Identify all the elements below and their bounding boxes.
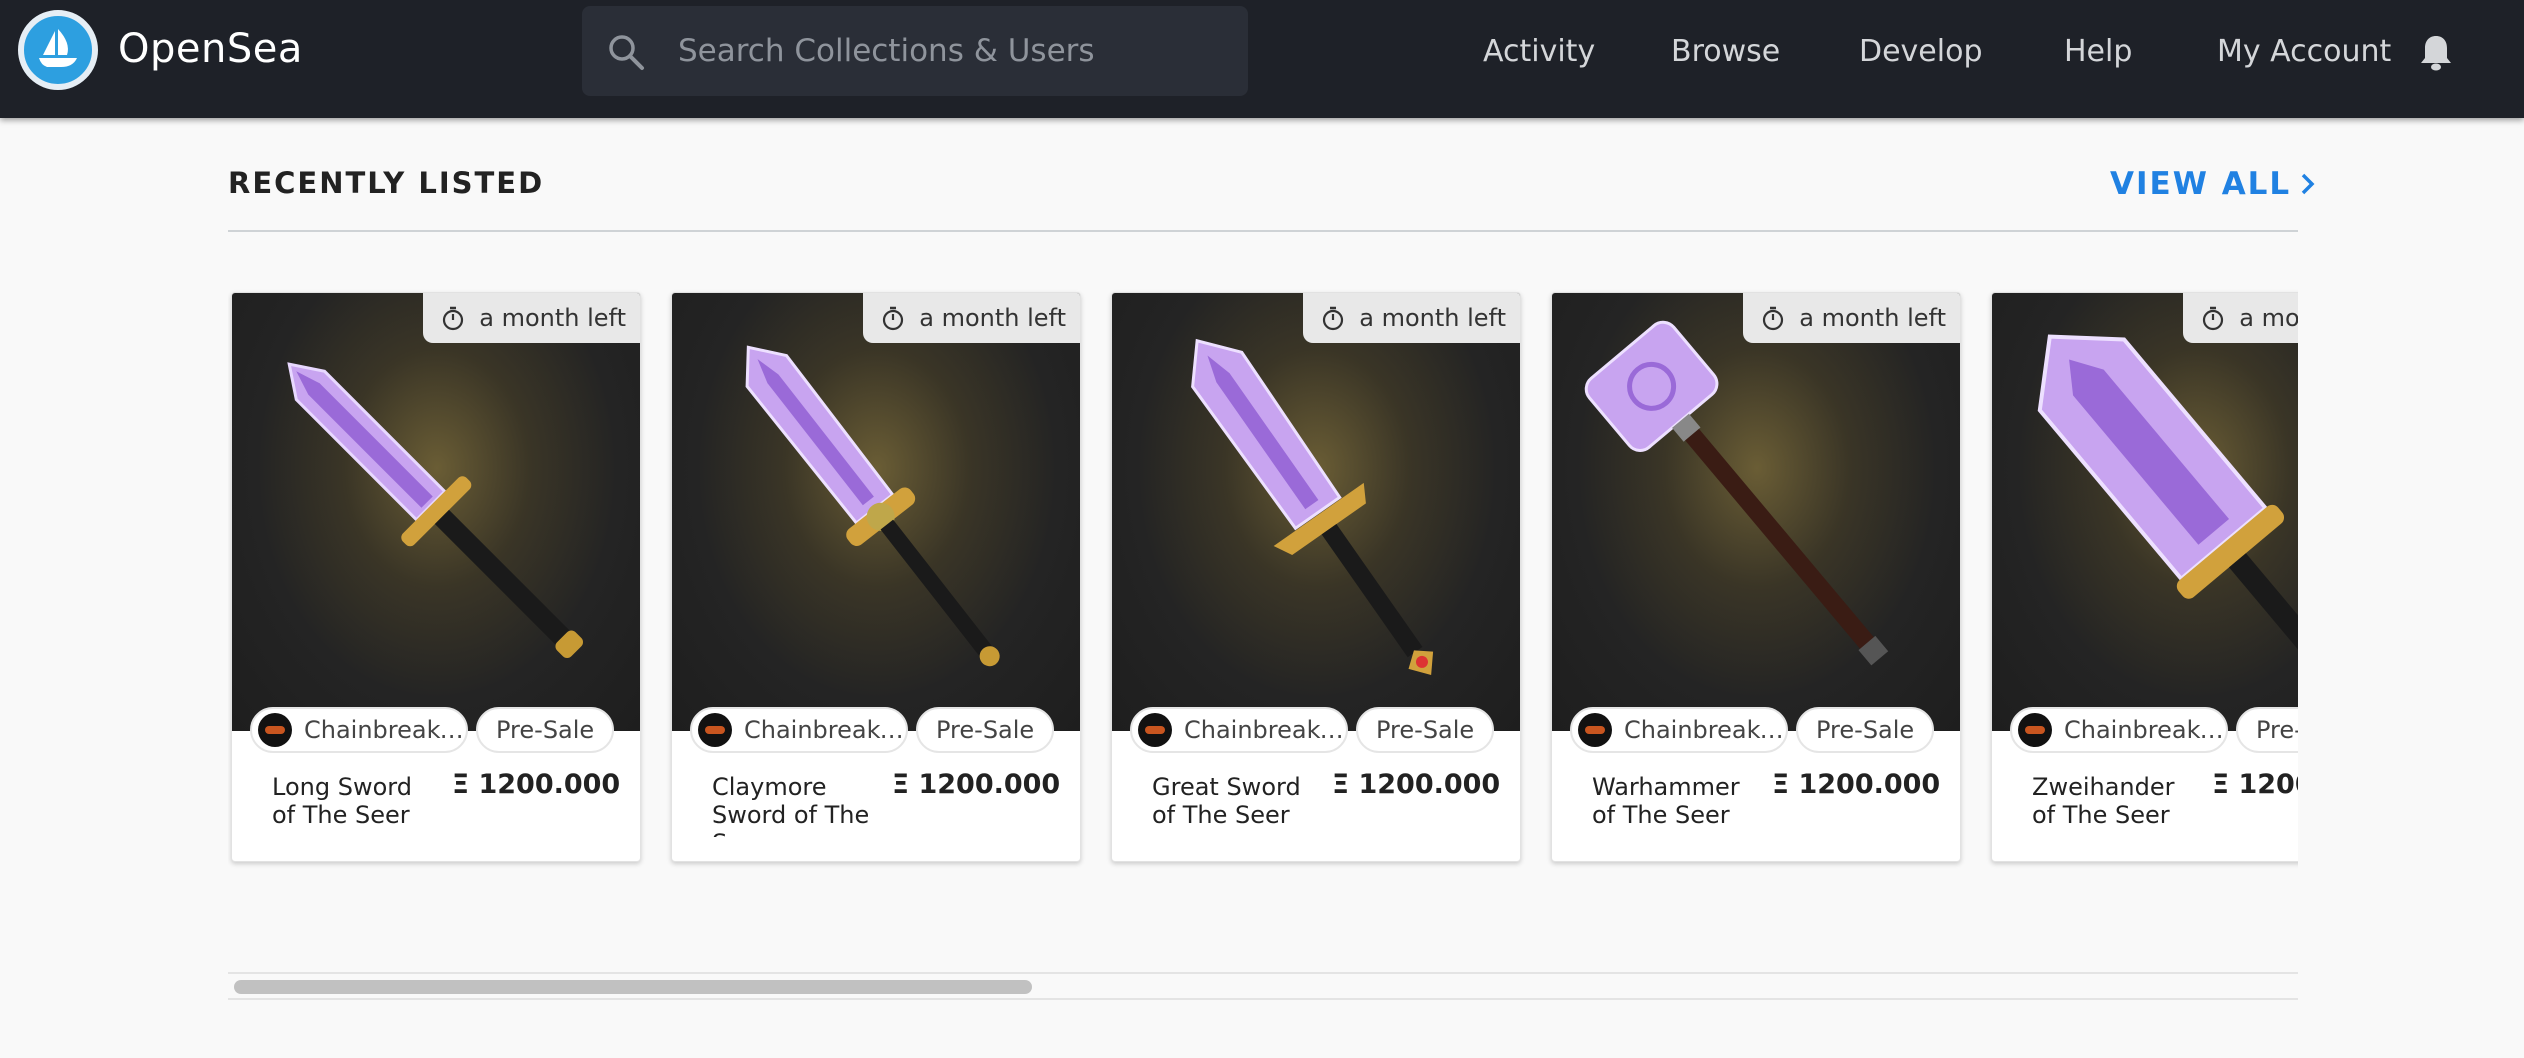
collection-pill[interactable]: Chainbreakers [1570, 707, 1788, 753]
status-badge: Pre-Sale [1796, 707, 1935, 753]
collection-pill[interactable]: Chainbreakers [250, 707, 468, 753]
status-badge: Pre-Sale [2236, 707, 2298, 753]
collection-name: Chainbreakers [744, 716, 904, 744]
collection-name: Chainbreakers [304, 716, 464, 744]
asset-price: Ξ 1200.000 [2212, 769, 2298, 800]
time-left-text: a month left [2239, 304, 2298, 332]
bell-icon[interactable] [2416, 32, 2456, 72]
scrollbar-thumb[interactable] [234, 980, 1032, 994]
asset-price: Ξ 1200.000 [452, 769, 621, 800]
collection-name: Chainbreakers [1184, 716, 1344, 744]
time-left-badge: a month left [863, 293, 1080, 343]
stopwatch-icon [883, 306, 904, 331]
stopwatch-icon [2203, 306, 2224, 331]
brand-name[interactable]: OpenSea [118, 26, 303, 72]
time-left-text: a month left [1799, 304, 1946, 332]
asset-card[interactable]: a month left Chainbreakers Pre-Sale Clay… [671, 292, 1081, 862]
time-left-badge: a month left [1743, 293, 1960, 343]
view-all-link[interactable]: VIEW ALL [2110, 166, 2317, 202]
asset-card[interactable]: a month left Chainbreakers Pre-Sale Long… [231, 292, 641, 862]
status-badge: Pre-Sale [916, 707, 1055, 753]
asset-image [672, 293, 1080, 731]
asset-name: Long Sword of The Seer [272, 773, 412, 829]
section-title: RECENTLY LISTED [228, 166, 545, 200]
collection-pill[interactable]: Chainbreakers [1130, 707, 1348, 753]
asset-image [1992, 293, 2298, 731]
collection-name: Chainbreakers [1624, 716, 1784, 744]
nav-browse[interactable]: Browse [1671, 34, 1780, 69]
stopwatch-icon [443, 306, 464, 331]
stopwatch-icon [1323, 306, 1344, 331]
asset-name: Claymore Sword of The Seer [712, 773, 870, 837]
collection-avatar [258, 713, 292, 747]
search-icon [609, 35, 644, 70]
status-badge: Pre-Sale [1356, 707, 1495, 753]
time-left-badge: a month left [1303, 293, 1520, 343]
time-left-text: a month left [1359, 304, 1506, 332]
opensea-logo-icon[interactable] [18, 10, 98, 90]
asset-name: Warhammer of The Seer [1592, 773, 1740, 829]
stopwatch-icon [1763, 306, 1784, 331]
nav-help[interactable]: Help [2064, 34, 2132, 69]
time-left-badge: a month left [423, 293, 640, 343]
collection-avatar [698, 713, 732, 747]
collection-pill[interactable]: Chainbreakers [690, 707, 908, 753]
time-left-badge: a month left [2183, 293, 2298, 343]
asset-image [1552, 293, 1960, 731]
recently-listed-carousel: a month left Chainbreakers Pre-Sale Long… [228, 280, 2298, 880]
asset-card[interactable]: a month left Chainbreakers Pre-Sale Zwei… [1991, 292, 2298, 862]
asset-image [1112, 293, 1520, 731]
carousel-scrollbar[interactable] [228, 972, 2298, 1000]
asset-name: Great Sword of The Seer [1152, 773, 1301, 829]
section-divider [228, 230, 2298, 232]
collection-avatar [2018, 713, 2052, 747]
asset-name: Zweihander of The Seer [2032, 773, 2175, 829]
view-all-label: VIEW ALL [2110, 166, 2292, 202]
nav-develop[interactable]: Develop [1859, 34, 1983, 69]
collection-avatar [1138, 713, 1172, 747]
asset-card[interactable]: a month left Chainbreakers Pre-Sale Grea… [1111, 292, 1521, 862]
asset-price: Ξ 1200.000 [892, 769, 1061, 800]
collection-name: Chainbreakers [2064, 716, 2224, 744]
time-left-text: a month left [479, 304, 626, 332]
top-navbar: OpenSea Activity Browse Develop Help My … [0, 0, 2524, 118]
collection-avatar [1578, 713, 1612, 747]
collection-pill[interactable]: Chainbreakers [2010, 707, 2228, 753]
asset-image [232, 293, 640, 731]
time-left-text: a month left [919, 304, 1066, 332]
nav-my-account[interactable]: My Account [2217, 34, 2391, 69]
asset-card[interactable]: a month left Chainbreakers Pre-Sale Warh… [1551, 292, 1961, 862]
chevron-right-icon [2301, 173, 2315, 195]
asset-price: Ξ 1200.000 [1332, 769, 1501, 800]
status-badge: Pre-Sale [476, 707, 615, 753]
search-input[interactable] [678, 6, 1228, 96]
search-bar[interactable] [582, 6, 1248, 96]
nav-activity[interactable]: Activity [1483, 34, 1595, 69]
asset-price: Ξ 1200.000 [1772, 769, 1941, 800]
